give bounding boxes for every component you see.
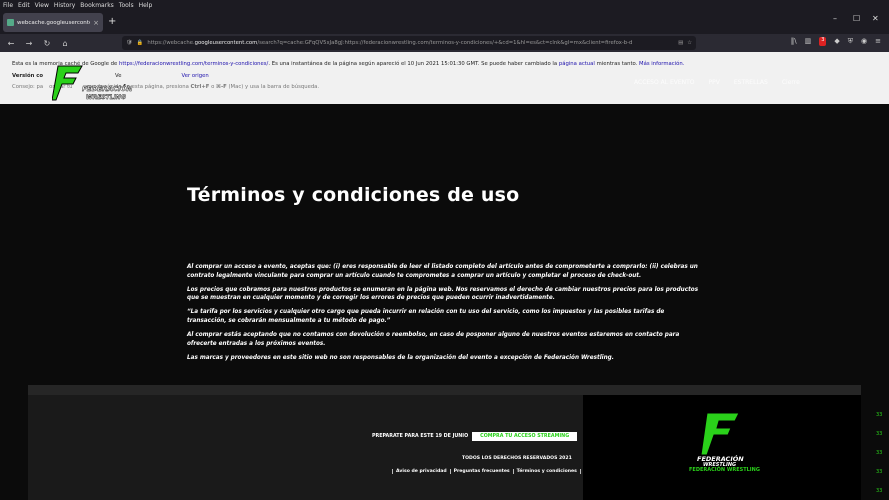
terms-text: Al comprar un acceso a evento, aceptas q…: [187, 263, 702, 367]
terms-paragraph: Las marcas y proveedores en este sitio w…: [187, 354, 614, 361]
faq-link[interactable]: Preguntas frecuentes: [451, 469, 514, 474]
menu-view[interactable]: View: [35, 2, 49, 9]
cached-page-link[interactable]: https://federacionwrestling.com/terminos…: [119, 61, 268, 67]
copyright-text: TODOS LOS DERECHOS RESERVADOS 2021: [462, 456, 572, 461]
side-mark: 33: [876, 469, 883, 475]
view-source-link[interactable]: Ver origen: [182, 73, 209, 79]
tab-title: webcache.googleusercontent.c: [17, 19, 90, 26]
privacy-link[interactable]: Aviso de privacidad: [392, 469, 451, 474]
menu-tools[interactable]: Tools: [119, 2, 134, 9]
svg-text:WRESTLING: WRESTLING: [86, 94, 126, 101]
page-favicon-icon: [7, 19, 14, 26]
version-label[interactable]: Versión co: [12, 73, 43, 79]
lock-icon[interactable]: 🔒: [137, 40, 144, 46]
menu-history[interactable]: History: [54, 2, 75, 9]
terms-paragraph: Al comprar un acceso a evento, aceptas q…: [187, 264, 698, 279]
new-tab-plus-icon[interactable]: +: [108, 16, 116, 27]
menu-help[interactable]: Help: [139, 2, 153, 9]
nav-estrellas[interactable]: ESTRELLAS: [734, 79, 768, 86]
federacion-wrestling-footer-logo[interactable]: FEDERACIÓN WRESTLING: [695, 411, 755, 466]
reload-icon[interactable]: ↻: [38, 39, 56, 48]
menu-edit[interactable]: Edit: [18, 2, 30, 9]
nav-cierre[interactable]: Cierre: [782, 79, 800, 86]
menu-bar: File Edit View History Bookmarks Tools H…: [0, 0, 889, 10]
navigation-bar: ← → ↻ ⌂ 🛡 🔒 https://webcache.googleuserc…: [0, 34, 889, 52]
app-menu-icon[interactable]: ≡: [875, 37, 881, 46]
current-page-link[interactable]: página actual: [559, 61, 595, 67]
tab-strip: webcache.googleusercontent.c × + – ☐ ✕: [0, 10, 889, 34]
google-cache-banner: Esta es la memoria caché de Google de ht…: [0, 52, 889, 104]
account-icon[interactable]: ◉: [861, 37, 867, 46]
home-icon[interactable]: ⌂: [56, 39, 74, 48]
terms-paragraph: Al comprar estás aceptando que no contam…: [187, 331, 680, 347]
terms-paragraph: “La tarifa por los servicios y cualquier…: [187, 309, 665, 325]
footer: PREPARATE PARA ESTE 19 DE JUNIO COMPRA T…: [28, 395, 583, 500]
side-mark: 33: [876, 431, 883, 437]
shield-icon[interactable]: 🛡: [126, 40, 133, 46]
side-mark: 33: [876, 412, 883, 418]
minimize-icon[interactable]: –: [833, 14, 837, 23]
nav-acceso-evento[interactable]: ACCESO AL EVENTO: [634, 79, 695, 86]
sidebar-icon[interactable]: ▥: [805, 37, 812, 46]
svg-text:WRESTLING: WRESTLING: [703, 462, 736, 466]
svg-text:FEDERACIÓN: FEDERACIÓN: [82, 84, 132, 93]
side-marks: 33 33 33 33 33: [876, 412, 882, 494]
bookmark-star-icon[interactable]: ☆: [687, 40, 692, 46]
library-icon[interactable]: ‖\: [791, 37, 797, 46]
browser-tab[interactable]: webcache.googleusercontent.c ×: [3, 13, 103, 32]
footer-links: Aviso de privacidad Preguntas frecuentes…: [392, 469, 581, 474]
page-content: Esta es la memoria caché de Google de ht…: [0, 52, 889, 500]
footer-brand-name: FEDERACIÓN WRESTLING: [689, 467, 760, 473]
more-info-link[interactable]: Más información.: [639, 61, 684, 67]
terms-link[interactable]: Términos y condiciones: [514, 469, 581, 474]
toolbar-right: ‖\ ▥ 3 ◆ ⛨ ◉ ≡: [791, 37, 881, 46]
promo-text: PREPARATE PARA ESTE 19 DE JUNIO: [372, 434, 469, 439]
shield-extension-icon[interactable]: ⛨: [848, 37, 853, 46]
page-title: Términos y condiciones de uso: [187, 184, 520, 206]
maximize-icon[interactable]: ☐: [853, 14, 860, 23]
buy-streaming-button[interactable]: COMPRA TU ACCESO STREAMING: [472, 432, 578, 441]
close-icon[interactable]: ×: [93, 19, 99, 27]
menu-bookmarks[interactable]: Bookmarks: [80, 2, 114, 9]
promo-row: PREPARATE PARA ESTE 19 DE JUNIO COMPRA T…: [372, 432, 578, 441]
side-mark: 33: [876, 488, 883, 494]
url-bar[interactable]: 🛡 🔒 https://webcache.googleusercontent.c…: [122, 36, 696, 50]
side-mark: 33: [876, 450, 883, 456]
menu-file[interactable]: File: [3, 2, 13, 9]
cache-info: Esta es la memoria caché de Google de ht…: [12, 61, 685, 67]
window-close-icon[interactable]: ✕: [872, 14, 879, 23]
terms-paragraph: Los precios que cobramos para nuestros p…: [187, 286, 699, 302]
footer-brand: FEDERACIÓN WRESTLING FEDERACIÓN WRESTLIN…: [583, 395, 861, 500]
federacion-wrestling-logo[interactable]: FEDERACIÓN WRESTLING: [52, 64, 132, 104]
footer-divider: [28, 385, 861, 395]
extension-badge-icon[interactable]: 3: [819, 37, 827, 46]
extension-icon[interactable]: ◆: [834, 37, 839, 46]
forward-arrow-icon[interactable]: →: [20, 39, 38, 48]
url-text[interactable]: https://webcache.googleusercontent.com/s…: [147, 40, 674, 46]
site-navigation: ACCESO AL EVENTO PPV ESTRELLAS Cierre: [634, 79, 800, 86]
back-arrow-icon[interactable]: ←: [2, 39, 20, 48]
nav-ppv[interactable]: PPV: [709, 79, 720, 86]
reader-view-icon[interactable]: ▤: [678, 40, 683, 46]
